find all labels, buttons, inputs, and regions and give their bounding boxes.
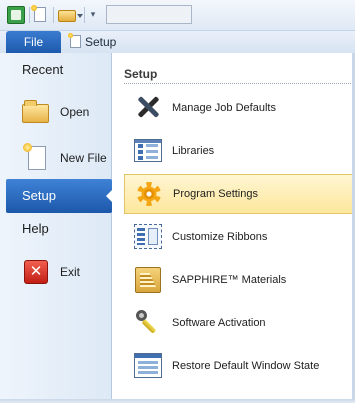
ribbon-icon bbox=[134, 224, 162, 250]
nav-help[interactable]: Help bbox=[6, 212, 112, 246]
open-folder-icon[interactable] bbox=[58, 10, 76, 22]
nav-open[interactable]: Open bbox=[6, 95, 112, 129]
software-activation-button[interactable]: Software Activation bbox=[124, 303, 355, 343]
key-icon bbox=[134, 310, 162, 336]
window-frame-bottom bbox=[0, 399, 355, 403]
new-file-icon[interactable] bbox=[31, 5, 46, 22]
library-grid-icon bbox=[134, 138, 162, 164]
item-label: Libraries bbox=[172, 145, 215, 157]
customize-toolbar-icon[interactable]: ▾ bbox=[89, 9, 97, 19]
materials-icon bbox=[134, 267, 162, 293]
nav-recent[interactable]: Recent bbox=[6, 53, 112, 87]
item-label: Program Settings bbox=[173, 188, 258, 200]
setup-doc-icon bbox=[68, 33, 81, 48]
folder-icon bbox=[22, 100, 50, 124]
nav-recent-label: Recent bbox=[22, 62, 64, 77]
ribbon-tab-row: File Setup bbox=[0, 31, 355, 53]
nav-exit[interactable]: ✕ Exit bbox=[6, 255, 112, 289]
window-icon bbox=[134, 353, 162, 379]
quick-access-toolbar: ▾ bbox=[0, 0, 355, 31]
nav-exit-label: Exit bbox=[60, 265, 81, 279]
item-label: Manage Job Defaults bbox=[172, 102, 276, 114]
item-label: Customize Ribbons bbox=[172, 231, 268, 243]
backstage-nav: Recent Open New File Setup Help ✕ Exit bbox=[0, 53, 113, 403]
section-title: Setup bbox=[124, 67, 158, 81]
nav-open-label: Open bbox=[60, 105, 90, 119]
tab-file[interactable]: File bbox=[6, 31, 61, 53]
chevron-down-icon[interactable] bbox=[77, 14, 83, 18]
nav-setup-label: Setup bbox=[22, 188, 56, 203]
exit-icon: ✕ bbox=[22, 260, 50, 284]
setup-pane: Setup Manage Job Defaults Libraries Prog… bbox=[112, 53, 355, 403]
item-label: Software Activation bbox=[172, 317, 266, 329]
customize-ribbons-button[interactable]: Customize Ribbons bbox=[124, 217, 355, 257]
tab-setup-label: Setup bbox=[85, 35, 117, 49]
new-file-icon bbox=[22, 143, 50, 170]
toolbar-separator bbox=[53, 7, 54, 23]
toolbar-separator bbox=[84, 7, 85, 23]
nav-setup[interactable]: Setup bbox=[6, 179, 113, 213]
nav-help-label: Help bbox=[22, 221, 49, 236]
gear-icon bbox=[135, 182, 163, 208]
tools-icon bbox=[134, 95, 162, 121]
restore-window-state-button[interactable]: Restore Default Window State bbox=[124, 346, 355, 386]
item-label: SAPPHIRE™ Materials bbox=[172, 274, 287, 286]
program-settings-button[interactable]: Program Settings bbox=[124, 174, 355, 214]
manage-job-defaults-button[interactable]: Manage Job Defaults bbox=[124, 88, 355, 128]
sapphire-materials-button[interactable]: SAPPHIRE™ Materials bbox=[124, 260, 355, 300]
libraries-button[interactable]: Libraries bbox=[124, 131, 355, 171]
nav-new-file-label: New File bbox=[60, 151, 107, 165]
title-field bbox=[106, 5, 192, 24]
toolbar-separator bbox=[29, 7, 30, 23]
tab-setup[interactable]: Setup bbox=[68, 31, 116, 53]
nav-new-file[interactable]: New File bbox=[6, 141, 112, 175]
item-label: Restore Default Window State bbox=[172, 360, 320, 372]
section-divider bbox=[124, 83, 355, 85]
app-icon[interactable] bbox=[7, 6, 25, 24]
